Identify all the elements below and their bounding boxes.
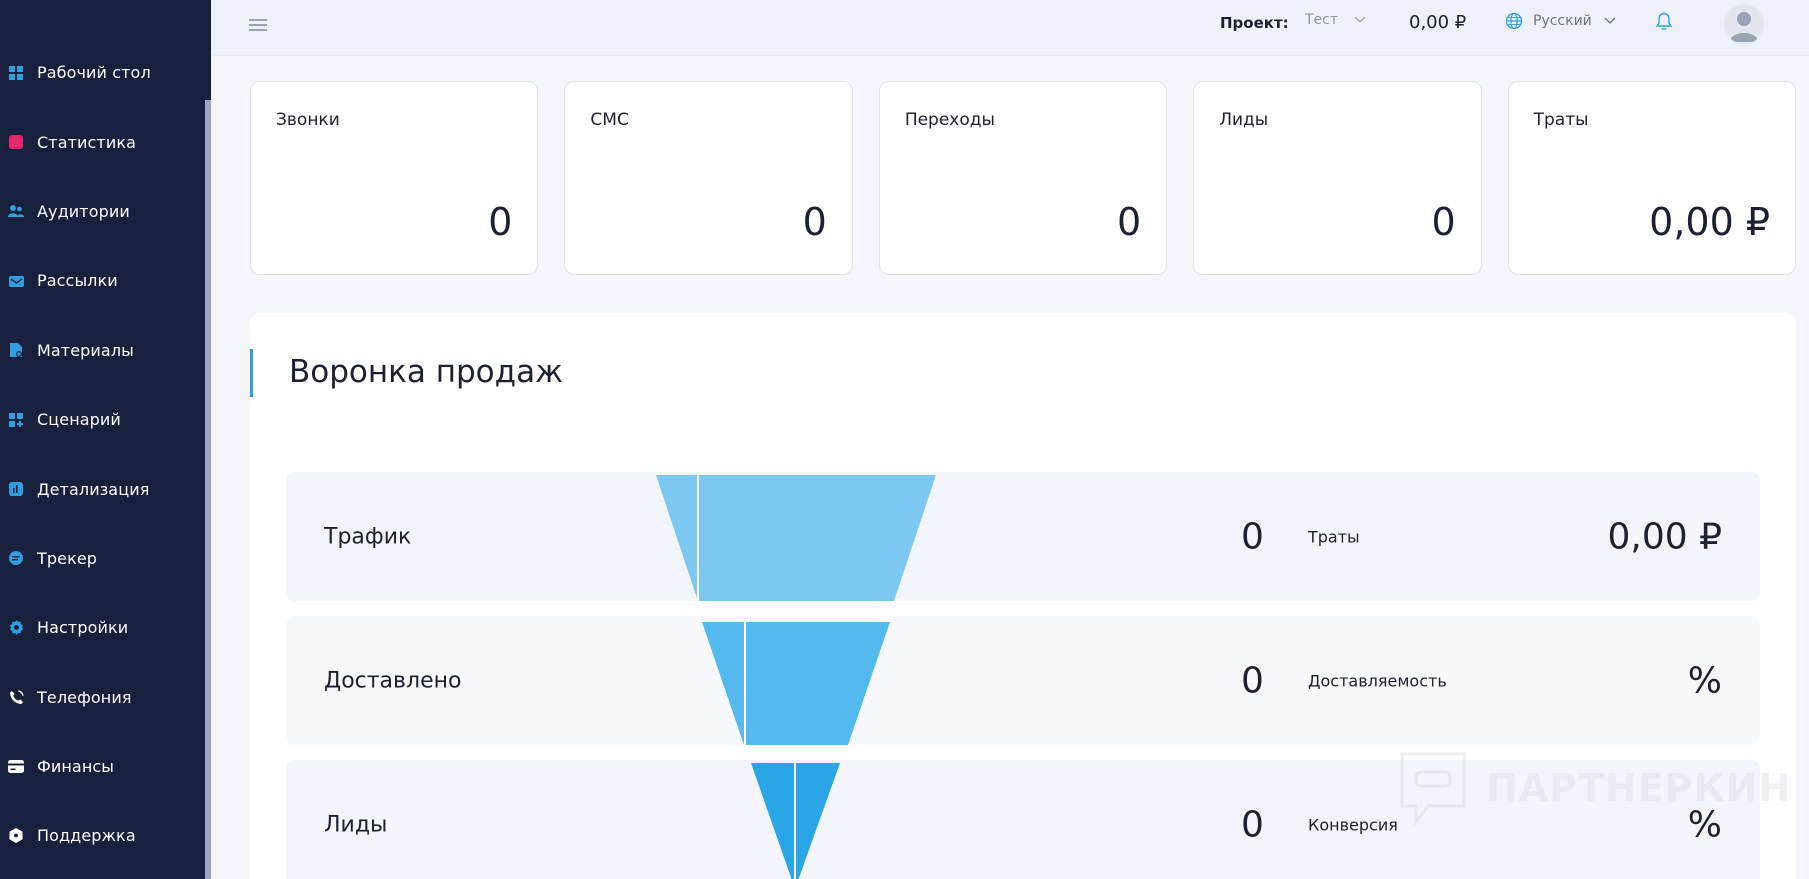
sidebar-item-details[interactable]: Детализация [0,454,211,523]
stat-value: 0,00 ₽ [1649,200,1771,244]
mailing-icon [8,273,24,289]
stat-title: Лиды [1219,110,1269,130]
finance-icon [8,759,24,775]
details-icon [8,481,24,497]
funnel-row-metric-label: Конверсия [1308,815,1398,834]
stat-title: Звонки [276,110,340,130]
chevron-down-icon [1604,17,1616,24]
notifications-bell-icon[interactable] [1655,12,1673,35]
funnel-row-metric-value: % [1687,660,1722,701]
tracker-icon [8,550,24,566]
sidebar-item-audience[interactable]: Аудитории [0,177,211,246]
sidebar-item-tracker[interactable]: Трекер [0,524,211,593]
panel-title: Воронка продаж [289,354,563,390]
funnel-stage-delivered [702,622,890,745]
chevron-down-icon [1354,16,1366,23]
funnel-row-traffic: Трафик 0 Траты 0,00 ₽ [286,472,1760,601]
menu-toggle-icon[interactable] [249,19,267,33]
project-select[interactable]: Тест [1305,12,1366,28]
funnel-row-metric-label: Траты [1308,527,1360,546]
top-bar: Проект: Тест 0,00 ₽ Русский [211,0,1809,56]
stat-value: 0 [488,200,513,244]
funnel-row-label: Доставлено [324,668,462,693]
funnel-row-value: 0 [1241,516,1264,557]
language-select[interactable]: Русский [1505,12,1616,30]
sidebar-item-label: Трекер [37,548,98,568]
sidebar-item-label: Финансы [37,757,115,777]
funnel-row-value: 0 [1241,660,1264,701]
sidebar-item-mailing[interactable]: Рассылки [0,246,211,315]
sidebar-item-label: Поддержка [37,826,136,846]
sidebar-nav: Рабочий стол Статистика Аудитории Рассыл… [0,0,211,871]
support-icon [8,828,24,844]
watermark: ПАРТНЕРКИН [1398,750,1791,826]
sidebar-item-scenario[interactable]: Сценарий [0,385,211,454]
materials-icon [8,342,24,358]
funnel-row-delivered: Доставлено 0 Доставляемость % [286,616,1760,745]
stat-card-leads: Лиды 0 [1193,81,1482,275]
sidebar-item-label: Телефония [37,687,132,707]
scenario-icon [8,412,24,428]
funnel-row-label: Лиды [324,812,388,837]
funnel-row-value: 0 [1241,804,1264,845]
stat-title: Траты [1533,110,1589,130]
sidebar-item-dashboard[interactable]: Рабочий стол [0,38,211,107]
sidebar: Рабочий стол Статистика Аудитории Рассыл… [0,0,211,879]
funnel-row-metric-value: 0,00 ₽ [1607,516,1722,557]
audience-icon [8,203,24,219]
stat-card-spend: Траты 0,00 ₽ [1507,81,1797,275]
language-select-value: Русский [1533,13,1592,29]
watermark-logo-icon [1400,752,1466,826]
sidebar-item-settings[interactable]: Настройки [0,593,211,662]
stat-value: 0 [802,200,827,244]
project-select-value: Тест [1305,12,1339,28]
sidebar-item-label: Статистика [37,132,136,152]
sidebar-item-label: Сценарий [37,410,121,430]
stat-value: 0 [1431,200,1456,244]
stat-value: 0 [1117,200,1142,244]
project-label: Проект: [1220,14,1289,32]
stat-card-calls: Звонки 0 [250,81,539,275]
header-balance: 0,00 ₽ [1409,12,1467,33]
sidebar-item-finance[interactable]: Финансы [0,732,211,801]
watermark-text: ПАРТНЕРКИН [1486,766,1792,810]
avatar[interactable] [1724,4,1764,44]
sidebar-item-label: Рабочий стол [37,63,151,83]
sidebar-scrollbar[interactable] [205,100,211,879]
funnel-stage-traffic [656,475,936,601]
funnel-row-label: Трафик [324,524,412,549]
settings-icon [8,620,24,636]
sidebar-item-label: Рассылки [37,271,118,291]
stat-card-sms: СМС 0 [564,81,853,275]
globe-icon [1505,12,1523,30]
sidebar-item-label: Аудитории [37,201,130,221]
sidebar-item-label: Детализация [37,479,150,499]
panel-accent-bar [250,349,253,397]
stat-title: СМС [590,110,629,130]
sidebar-item-materials[interactable]: Материалы [0,316,211,385]
sidebar-item-statistics[interactable]: Статистика [0,107,211,176]
phone-icon [8,689,24,705]
stats-row: Звонки 0 СМС 0 Переходы 0 Лиды 0 Траты 0… [250,81,1797,275]
sidebar-item-label: Материалы [37,340,134,360]
funnel-row-metric-label: Доставляемость [1308,671,1447,690]
statistics-icon [8,134,24,150]
sidebar-item-support[interactable]: Поддержка [0,801,211,870]
sidebar-item-phone[interactable]: Телефония [0,663,211,732]
stat-card-clicks: Переходы 0 [878,81,1168,275]
sidebar-item-label: Настройки [37,618,129,638]
dashboard-icon [8,65,24,81]
stat-title: Переходы [904,110,995,130]
